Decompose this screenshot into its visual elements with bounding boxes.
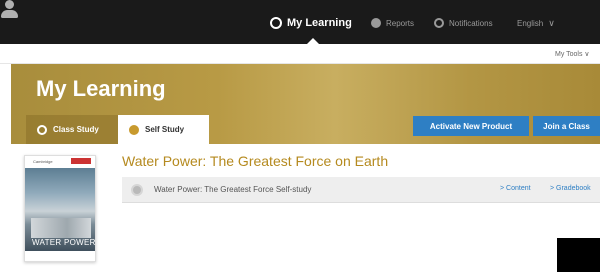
nav-notifications[interactable]: Notifications: [434, 14, 493, 32]
chevron-down-icon: ∨: [548, 17, 555, 28]
gradebook-link[interactable]: > Gradebook: [550, 185, 591, 192]
user-menu[interactable]: [0, 0, 20, 22]
product-row: Water Power: The Greatest Force Self-stu…: [122, 177, 600, 203]
user-icon: [5, 0, 14, 9]
class-study-icon: [37, 124, 47, 135]
nav-reports[interactable]: Reports: [371, 14, 414, 32]
tab-class-study-label: Class Study: [53, 125, 99, 134]
nav-reports-label: Reports: [386, 18, 415, 28]
tab-self-study-label: Self Study: [145, 125, 185, 134]
product-status-icon: [131, 184, 143, 196]
book-level-mark: [71, 158, 91, 164]
page-title: My Learning: [36, 76, 166, 101]
language-label: English: [517, 18, 544, 28]
my-learning-icon: [270, 17, 282, 29]
content-link[interactable]: > Content: [500, 185, 531, 192]
notifications-icon: [434, 18, 444, 28]
nav-my-learning-label: My Learning: [287, 17, 352, 29]
language-selector[interactable]: English ∨: [517, 14, 555, 32]
book-brand: Cambridge: [33, 159, 53, 164]
overlay-widget: [557, 238, 600, 272]
join-a-class-button[interactable]: Join a Class: [533, 116, 600, 136]
book-cover-title: WATER POWER: [32, 238, 96, 247]
reports-icon: [371, 18, 381, 28]
nav-my-learning[interactable]: My Learning: [270, 14, 352, 32]
nav-notifications-label: Notifications: [449, 18, 493, 28]
top-navbar: My Learning Reports Notifications Englis…: [0, 0, 600, 44]
self-study-icon: [129, 124, 139, 135]
tab-self-study[interactable]: Self Study: [118, 115, 209, 144]
activate-new-product-button[interactable]: Activate New Product: [413, 116, 529, 136]
my-tools-menu[interactable]: My Tools ∨: [555, 50, 590, 58]
sub-navbar: My Tools ∨: [0, 44, 600, 64]
book-cover[interactable]: Cambridge WATER POWER: [24, 155, 96, 262]
page-banner: My Learning Class Study Self Study Activ…: [11, 64, 600, 144]
product-row-label: Water Power: The Greatest Force Self-stu…: [154, 185, 312, 194]
product-title[interactable]: Water Power: The Greatest Force on Earth: [122, 153, 388, 169]
tab-class-study[interactable]: Class Study: [26, 115, 119, 144]
